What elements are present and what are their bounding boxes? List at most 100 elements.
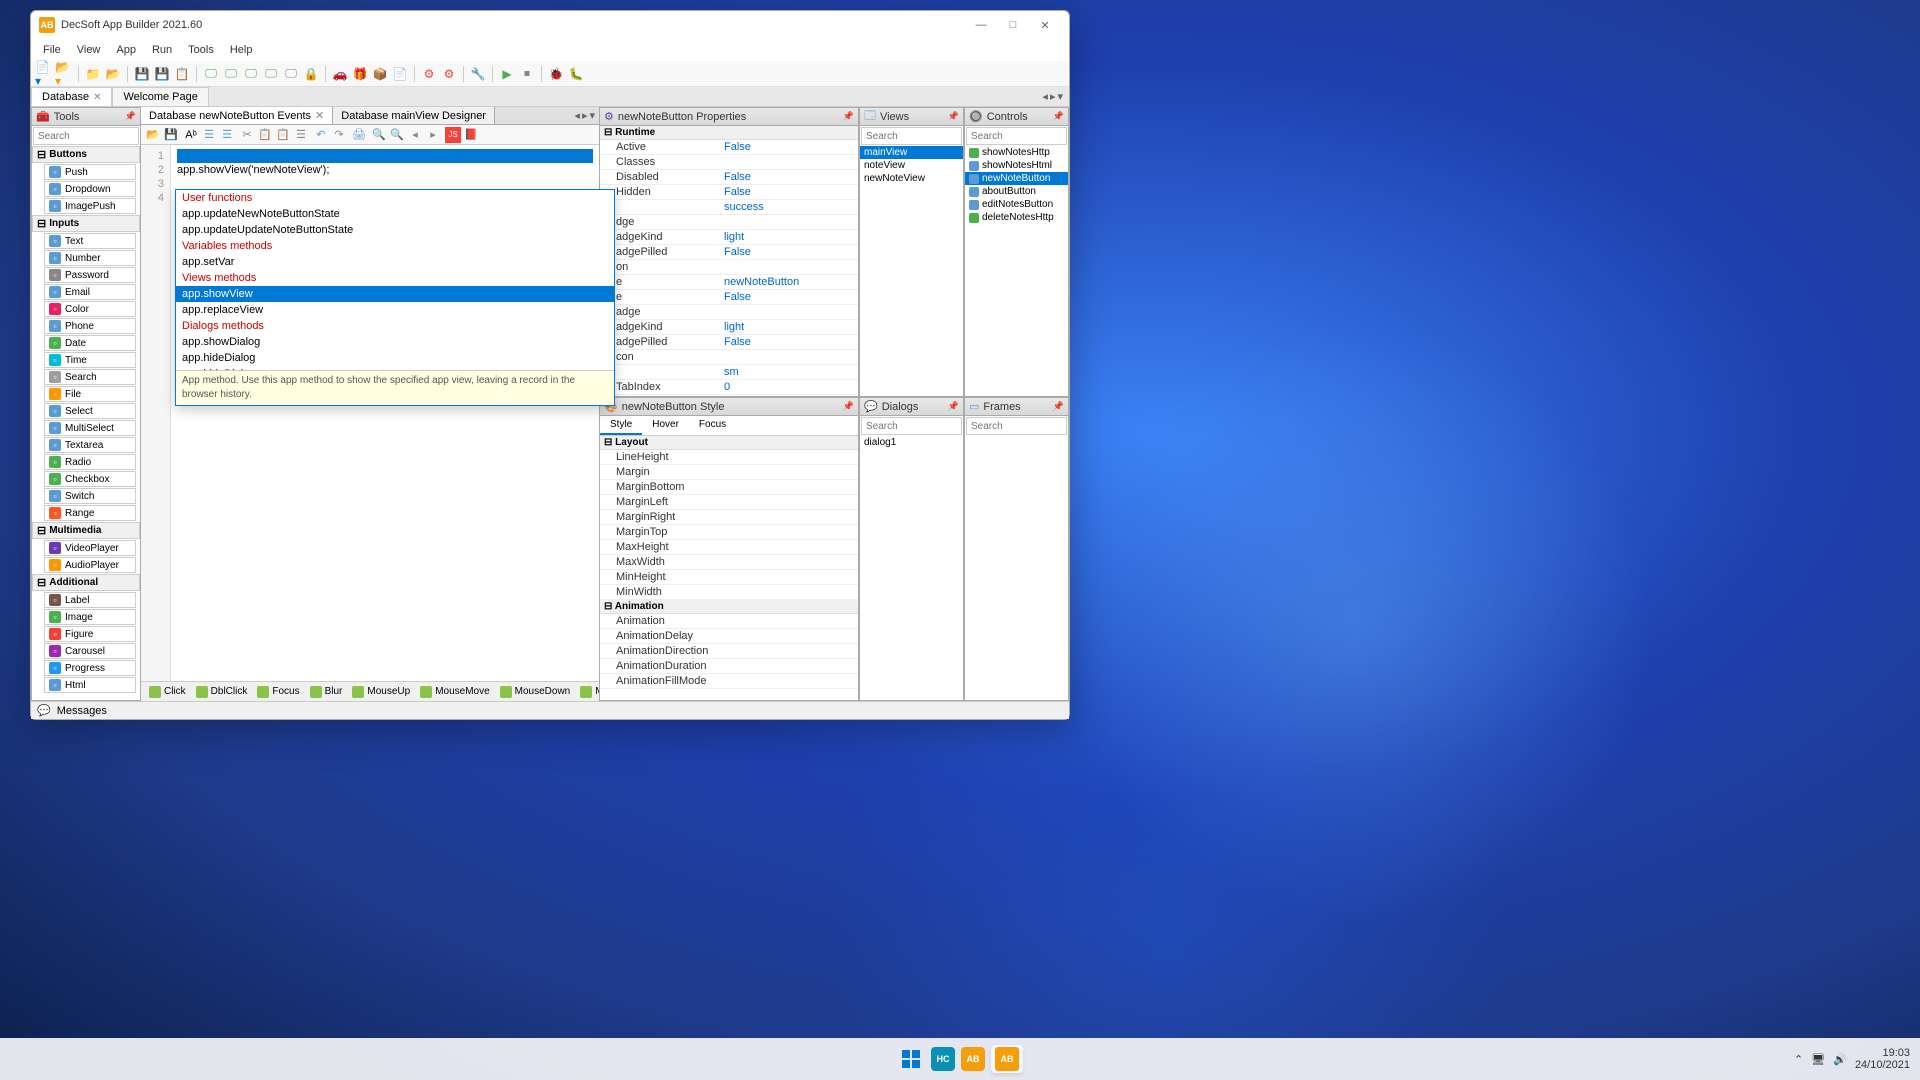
taskbar-app3[interactable]: AB (991, 1045, 1023, 1073)
pin-icon[interactable]: 📌 (1053, 401, 1064, 412)
tools-item-audioplayer[interactable]: ▫AudioPlayer (44, 557, 136, 573)
tools-item-switch[interactable]: ▫Switch (44, 488, 136, 504)
style-row[interactable]: MarginBottom (600, 480, 858, 495)
doctab-events[interactable]: Database newNoteButton Events ✕ (141, 107, 333, 124)
tools-item-color[interactable]: ▫Color (44, 301, 136, 317)
tools-item-textarea[interactable]: ▫Textarea (44, 437, 136, 453)
prop-row[interactable]: ActiveFalse (600, 140, 858, 155)
control-item[interactable]: aboutButton (965, 185, 1068, 198)
lock-icon[interactable]: 🔒 (302, 65, 320, 83)
prop-row[interactable]: on (600, 260, 858, 275)
pin-icon[interactable]: 📌 (843, 401, 854, 412)
minimize-button[interactable]: — (965, 15, 997, 35)
ed-del-icon[interactable]: ☰ (293, 127, 309, 143)
ed-cut-icon[interactable]: ✂ (239, 127, 255, 143)
messages-icon[interactable]: 💬 (37, 704, 51, 717)
tools-item-text[interactable]: ▫Text (44, 233, 136, 249)
tools-item-imagepush[interactable]: ▫ImagePush (44, 198, 136, 214)
doctab-next-icon[interactable]: ▸ (582, 109, 588, 122)
styletab-hover[interactable]: Hover (642, 416, 689, 435)
maximize-button[interactable]: □ (997, 15, 1029, 35)
style-group[interactable]: ⊟ Layout (600, 436, 858, 450)
tools-item-push[interactable]: ▫Push (44, 164, 136, 180)
tray-clock[interactable]: 19:03 24/10/2021 (1855, 1047, 1910, 1071)
style-row[interactable]: MarginLeft (600, 495, 858, 510)
wrench-icon[interactable]: 🔧 (469, 65, 487, 83)
style-row[interactable]: MinWidth (600, 585, 858, 600)
screen4-icon[interactable]: 🖵 (262, 65, 280, 83)
style-row[interactable]: AnimationDuration (600, 659, 858, 674)
prop-row[interactable]: con (600, 350, 858, 365)
event-tab-dblclick[interactable]: DblClick (192, 685, 252, 699)
gear1-icon[interactable]: ⚙ (420, 65, 438, 83)
dialog-item[interactable]: dialog1 (860, 436, 963, 449)
ed-open-icon[interactable]: 📂 (145, 127, 161, 143)
ed-prev-icon[interactable]: ◂ (407, 127, 423, 143)
control-item[interactable]: editNotesButton (965, 198, 1068, 211)
copy-icon[interactable]: 📋 (173, 65, 191, 83)
event-tab-click[interactable]: Click (145, 685, 190, 699)
tools-item-password[interactable]: ▫Password (44, 267, 136, 283)
tools-item-time[interactable]: ▫Time (44, 352, 136, 368)
prop-row[interactable]: enewNoteButton (600, 275, 858, 290)
doctab-prev-icon[interactable]: ◂ (574, 109, 580, 122)
tab-close-icon[interactable]: ✕ (93, 92, 101, 103)
ac-item[interactable]: app.showDialog (176, 334, 614, 350)
tools-item-videoplayer[interactable]: ▫VideoPlayer (44, 540, 136, 556)
control-item[interactable]: showNotesHttp (965, 146, 1068, 159)
tools-item-multiselect[interactable]: ▫MultiSelect (44, 420, 136, 436)
ac-item[interactable]: app.setVar (176, 254, 614, 270)
prop-row[interactable]: adgeKindlight (600, 320, 858, 335)
tools-item-progress[interactable]: ▫Progress (44, 660, 136, 676)
styletab-focus[interactable]: Focus (689, 416, 736, 435)
prop-row[interactable]: adge (600, 305, 858, 320)
tab-next-icon[interactable]: ▸ (1050, 90, 1056, 103)
control-item[interactable]: showNotesHtml (965, 159, 1068, 172)
gift-icon[interactable]: 🎁 (351, 65, 369, 83)
tools-group[interactable]: ⊟ Additional (32, 574, 140, 591)
tools-group[interactable]: ⊟ Inputs (32, 215, 140, 232)
style-row[interactable]: MarginRight (600, 510, 858, 525)
box-icon[interactable]: 📦 (371, 65, 389, 83)
styletab-style[interactable]: Style (600, 416, 642, 435)
style-row[interactable]: MinHeight (600, 570, 858, 585)
pin-icon[interactable]: 📌 (1053, 111, 1064, 122)
pin-icon[interactable]: 📌 (125, 111, 136, 122)
saveall-icon[interactable]: 💾 (153, 65, 171, 83)
code-editor[interactable]: 1234 app.showView('newNoteView'); User f… (141, 145, 599, 681)
folder2-icon[interactable]: 📂 (104, 65, 122, 83)
debug1-icon[interactable]: 🐞 (547, 65, 565, 83)
tools-group[interactable]: ⊟ Multimedia (32, 522, 140, 539)
page-icon[interactable]: 📄 (391, 65, 409, 83)
ed-copy-icon[interactable]: 📋 (257, 127, 273, 143)
debug2-icon[interactable]: 🐛 (567, 65, 585, 83)
view-item[interactable]: noteView (860, 159, 963, 172)
tab-menu-icon[interactable]: ▾ (1057, 90, 1063, 103)
open-icon[interactable]: 📂▾ (55, 65, 73, 83)
tab-welcome[interactable]: Welcome Page (112, 87, 208, 106)
screen2-icon[interactable]: 🖵 (222, 65, 240, 83)
tools-group[interactable]: ⊟ Buttons (32, 146, 140, 163)
views-search-input[interactable] (861, 127, 962, 145)
close-button[interactable]: ✕ (1029, 15, 1061, 35)
ed-next-icon[interactable]: ▸ (425, 127, 441, 143)
event-tab-mousemove[interactable]: MouseMove (416, 685, 493, 699)
ac-item[interactable]: app.hideDialog (176, 350, 614, 366)
tools-item-figure[interactable]: ▫Figure (44, 626, 136, 642)
ed-redo-icon[interactable]: ↷ (331, 127, 347, 143)
screen3-icon[interactable]: 🖵 (242, 65, 260, 83)
doctab-designer[interactable]: Database mainView Designer (333, 107, 495, 124)
tools-item-phone[interactable]: ▫Phone (44, 318, 136, 334)
style-group[interactable]: ⊟ Animation (600, 600, 858, 614)
tools-item-dropdown[interactable]: ▫Dropdown (44, 181, 136, 197)
pin-icon[interactable]: 📌 (948, 111, 959, 122)
stop-icon[interactable]: ⏹ (518, 65, 536, 83)
tools-item-label[interactable]: ▫Label (44, 592, 136, 608)
style-row[interactable]: MaxHeight (600, 540, 858, 555)
tray-chevron-icon[interactable]: ⌃ (1794, 1053, 1803, 1066)
style-row[interactable]: AnimationDirection (600, 644, 858, 659)
ed-save-icon[interactable]: 💾 (163, 127, 179, 143)
dialogs-search-input[interactable] (861, 417, 962, 435)
prop-group[interactable]: ⊟ Runtime (600, 126, 858, 140)
prop-row[interactable]: DisabledFalse (600, 170, 858, 185)
